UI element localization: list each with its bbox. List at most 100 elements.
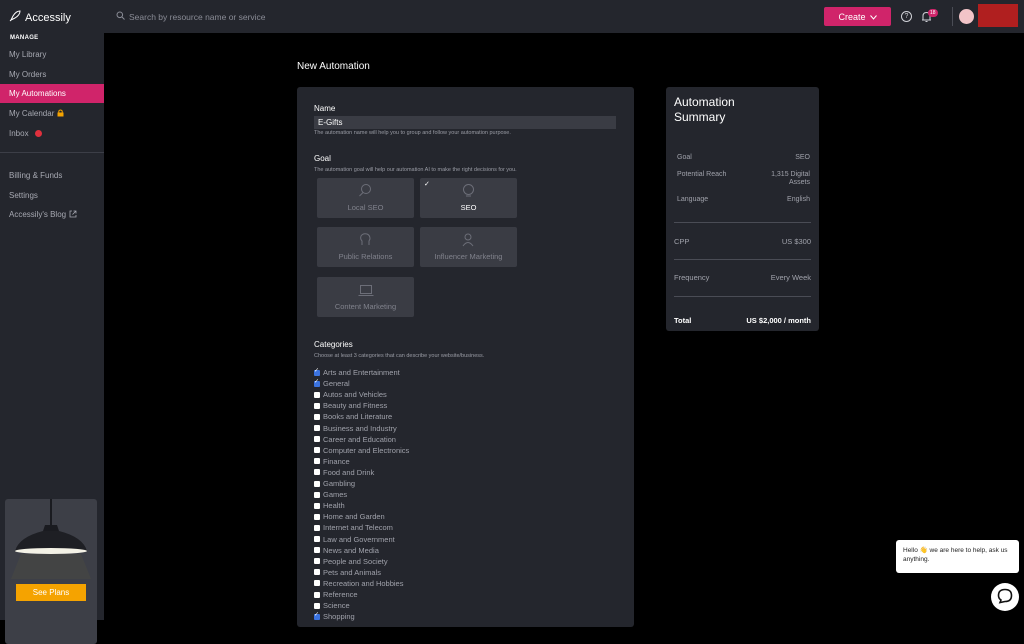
sidebar-item-inbox[interactable]: Inbox (0, 124, 104, 143)
search-input[interactable]: Search by resource name or service (129, 12, 266, 22)
summary-total-label: Total (674, 316, 692, 325)
category-option[interactable]: Autos and Vehicles (314, 389, 387, 400)
header-divider (952, 7, 953, 26)
chat-launcher-button[interactable] (991, 583, 1019, 611)
category-checkbox[interactable] (314, 580, 320, 587)
sidebar-item-my-automations[interactable]: My Automations (0, 84, 104, 103)
category-option[interactable]: Career and Education (314, 434, 396, 445)
category-option[interactable]: Gambling (314, 478, 355, 489)
sidebar-item-settings[interactable]: Settings (0, 186, 104, 205)
goal-option-influencer-marketing[interactable]: Influencer Marketing (420, 227, 517, 267)
category-option[interactable]: Shopping (314, 611, 355, 622)
category-checkbox[interactable] (314, 558, 320, 565)
category-checkbox[interactable] (314, 413, 320, 420)
category-checkbox[interactable] (314, 547, 320, 554)
sidebar-item-my-calendar[interactable]: My Calendar (0, 104, 104, 123)
category-option[interactable]: Business and Industry (314, 423, 397, 434)
sidebar-item-my-orders[interactable]: My Orders (0, 65, 104, 84)
category-option[interactable]: Arts and Entertainment (314, 367, 400, 378)
goal-option-label: Influencer Marketing (434, 252, 503, 261)
sidebar-item-label: My Orders (9, 70, 47, 79)
category-checkbox[interactable] (314, 469, 320, 476)
category-checkbox[interactable] (314, 391, 320, 398)
category-option[interactable]: Science (314, 600, 350, 611)
category-checkbox[interactable] (314, 436, 320, 443)
search-icon (358, 183, 373, 200)
user-menu[interactable] (978, 4, 1018, 27)
category-checkbox[interactable] (314, 491, 320, 498)
summary-cpp-label: CPP (674, 237, 690, 246)
category-checkbox[interactable] (314, 602, 320, 609)
category-checkbox[interactable] (314, 378, 320, 387)
brand-logo[interactable]: Accessily (8, 9, 71, 26)
category-option[interactable]: Home and Garden (314, 511, 385, 522)
category-option[interactable]: Finance (314, 456, 350, 467)
category-option[interactable]: Internet and Telecom (314, 522, 393, 533)
category-checkbox[interactable] (314, 524, 320, 531)
category-option[interactable]: News and Media (314, 545, 379, 556)
category-option[interactable]: People and Society (314, 556, 388, 567)
automation-summary: Automation Summary Goal SEO Potential Re… (666, 87, 819, 331)
category-option[interactable]: Law and Government (314, 534, 395, 545)
category-checkbox[interactable] (314, 569, 320, 576)
category-option[interactable]: Health (314, 500, 345, 511)
avatar[interactable] (959, 9, 974, 24)
category-option[interactable]: Computer and Electronics (314, 445, 409, 456)
goal-option-content-marketing[interactable]: Content Marketing (317, 277, 414, 317)
category-option[interactable]: General (314, 378, 350, 389)
name-field[interactable] (314, 116, 616, 129)
chat-icon (997, 588, 1013, 607)
summary-title: Automation Summary (674, 95, 735, 124)
sidebar-section-label: MANAGE (10, 35, 39, 41)
summary-language-value: English (787, 196, 810, 203)
sidebar-item-my-library[interactable]: My Library (0, 45, 104, 64)
category-option[interactable]: Beauty and Fitness (314, 400, 387, 411)
unread-dot-icon (34, 130, 42, 137)
category-checkbox[interactable] (314, 536, 320, 542)
goal-option-local-seo[interactable]: Local SEO (317, 178, 414, 218)
sidebar-item-blog[interactable]: Accessily's Blog (0, 205, 104, 224)
category-option[interactable]: Recreation and Hobbies (314, 578, 403, 589)
sidebar-item-label: My Library (9, 50, 47, 59)
sidebar-item-billing[interactable]: Billing & Funds (0, 166, 104, 185)
help-icon[interactable]: ? (901, 11, 912, 22)
create-button-label: Create (838, 11, 866, 22)
category-checkbox[interactable] (314, 591, 320, 598)
goal-option-label: Public Relations (338, 252, 393, 261)
category-checkbox[interactable] (314, 611, 320, 620)
category-option[interactable]: Books and Literature (314, 411, 392, 422)
categories-hint: Choose at least 3 categories that can de… (314, 353, 485, 359)
sidebar-item-label: My Automations (9, 89, 66, 98)
category-checkbox[interactable] (314, 480, 320, 487)
category-label: Finance (323, 456, 350, 466)
category-label: Career and Education (323, 434, 396, 444)
category-checkbox[interactable] (314, 513, 320, 520)
create-button[interactable]: Create (824, 7, 891, 26)
goal-label: Goal (314, 154, 331, 163)
category-label: Autos and Vehicles (323, 390, 387, 400)
category-option[interactable]: Reference (314, 589, 358, 600)
category-option[interactable]: Games (314, 489, 347, 500)
category-checkbox[interactable] (314, 425, 320, 431)
goal-option-public-relations[interactable]: Public Relations (317, 227, 414, 267)
category-option[interactable]: Pets and Animals (314, 567, 381, 578)
name-hint: The automation name will help you to gro… (314, 130, 511, 136)
global-search[interactable]: Search by resource name or service (116, 11, 266, 22)
notification-badge: 18 (928, 9, 938, 17)
category-checkbox[interactable] (314, 367, 320, 376)
category-label: Home and Garden (323, 512, 385, 522)
chat-greeting[interactable]: Hello 👋 we are here to help, ask us anyt… (896, 540, 1019, 573)
category-label: Food and Drink (323, 467, 375, 477)
goal-option-seo[interactable]: ✓ SEO (420, 178, 517, 218)
summary-goal-row: Goal SEO (677, 154, 810, 161)
category-checkbox[interactable] (314, 502, 320, 509)
summary-goal-label: Goal (677, 154, 692, 161)
see-plans-button[interactable]: See Plans (16, 584, 86, 601)
goal-hint: The automation goal will help our automa… (314, 167, 517, 173)
category-option[interactable]: Food and Drink (314, 467, 374, 478)
summary-reach-value: 1,315 Digital Assets (771, 171, 810, 186)
category-label: Law and Government (323, 534, 395, 544)
category-checkbox[interactable] (314, 458, 320, 465)
category-checkbox[interactable] (314, 402, 320, 409)
category-checkbox[interactable] (314, 447, 320, 454)
